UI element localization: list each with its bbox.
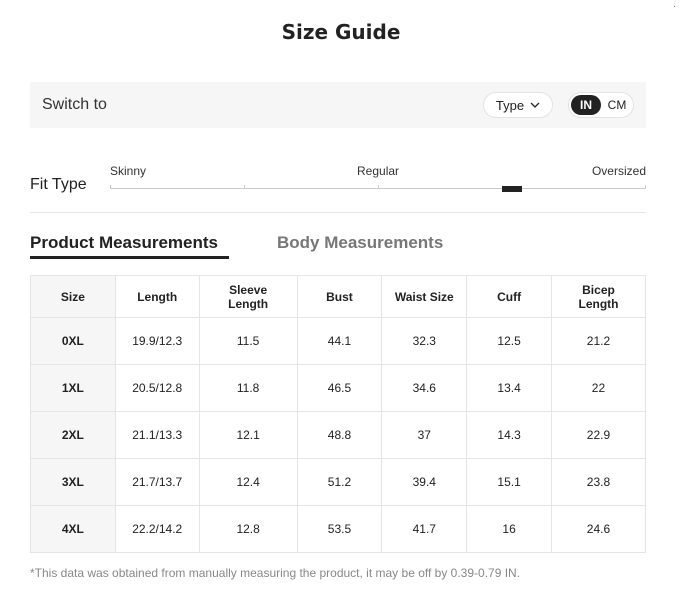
close-icon[interactable]: · xyxy=(673,2,676,12)
tab-product-measurements[interactable]: Product Measurements xyxy=(30,233,218,253)
table-cell: 21.7/13.7 xyxy=(114,458,200,506)
table-cell: 22.9 xyxy=(550,411,647,459)
size-cell: 1XL xyxy=(30,364,116,412)
unit-toggle: IN CM xyxy=(568,92,634,118)
fit-tick xyxy=(244,185,245,189)
unit-in-button[interactable]: IN xyxy=(571,95,601,115)
size-cell: 0XL xyxy=(30,317,116,365)
table-cell: 20.5/12.8 xyxy=(114,364,200,412)
fit-tick xyxy=(110,185,111,189)
fit-type-scale: Skinny Regular Oversized xyxy=(110,163,646,193)
table-cell: 12.1 xyxy=(198,411,298,459)
size-cell: 3XL xyxy=(30,458,116,506)
table-cell: 48.8 xyxy=(296,411,383,459)
table-cell: 13.4 xyxy=(466,364,552,412)
chevron-down-icon xyxy=(530,102,540,108)
size-cell: 4XL xyxy=(30,505,116,553)
section-divider xyxy=(30,212,646,213)
table-cell: 14.3 xyxy=(466,411,552,459)
table-cell: 15.1 xyxy=(466,458,552,506)
fit-marker xyxy=(502,186,522,192)
column-header: Size xyxy=(30,275,116,318)
page-title: Size Guide xyxy=(281,20,401,44)
table-header-row: Size Length Sleeve Length Bust Waist Siz… xyxy=(30,275,647,318)
table-cell: 44.1 xyxy=(296,317,383,365)
size-cell: 2XL xyxy=(30,411,116,459)
active-tab-underline xyxy=(30,256,229,259)
table-cell: 11.8 xyxy=(198,364,298,412)
table-row: 4XL 22.2/14.2 12.8 53.5 41.7 16 24.6 xyxy=(30,505,647,553)
table-cell: 24.6 xyxy=(550,505,647,553)
table-cell: 22 xyxy=(550,364,647,412)
type-label: Type xyxy=(495,97,525,113)
table-cell: 12.4 xyxy=(198,458,298,506)
table-row: 3XL 21.7/13.7 12.4 51.2 39.4 15.1 23.8 xyxy=(30,458,647,506)
column-header: Sleeve Length xyxy=(198,275,298,318)
table-row: 0XL 19.9/12.3 11.5 44.1 32.3 12.5 21.2 xyxy=(30,317,647,365)
fit-label-skinny: Skinny xyxy=(110,164,147,178)
unit-switch-bar: Switch to Type IN CM xyxy=(30,82,646,128)
measurement-footnote: *This data was obtained from manually me… xyxy=(30,566,521,580)
table-cell: 34.6 xyxy=(381,364,468,412)
table-cell: 16 xyxy=(466,505,552,553)
table-cell: 12.5 xyxy=(466,317,552,365)
column-header: Bicep Length xyxy=(550,275,647,318)
switch-label: Switch to xyxy=(42,96,107,113)
table-cell: 32.3 xyxy=(381,317,468,365)
column-header: Waist Size xyxy=(381,275,468,318)
table-cell: 21.2 xyxy=(550,317,647,365)
column-header: Cuff xyxy=(466,275,552,318)
table-cell: 37 xyxy=(381,411,468,459)
table-cell: 39.4 xyxy=(381,458,468,506)
size-table: Size Length Sleeve Length Bust Waist Siz… xyxy=(30,275,647,553)
fit-label-regular: Regular xyxy=(357,164,400,178)
table-cell: 22.2/14.2 xyxy=(114,505,200,553)
fit-type-label: Fit Type xyxy=(30,176,87,193)
table-cell: 19.9/12.3 xyxy=(114,317,200,365)
table-row: 1XL 20.5/12.8 11.8 46.5 34.6 13.4 22 xyxy=(30,364,647,412)
table-cell: 11.5 xyxy=(198,317,298,365)
table-cell: 53.5 xyxy=(296,505,383,553)
column-header: Bust xyxy=(296,275,383,318)
column-header: Length xyxy=(114,275,200,318)
fit-tick xyxy=(378,185,379,189)
fit-label-oversized: Oversized xyxy=(591,164,646,178)
table-cell: 12.8 xyxy=(198,505,298,553)
unit-cm-button[interactable]: CM xyxy=(603,95,631,115)
type-dropdown-button[interactable]: Type xyxy=(483,92,553,118)
tab-body-measurements[interactable]: Body Measurements xyxy=(277,233,443,253)
fit-tick xyxy=(645,185,646,189)
table-cell: 23.8 xyxy=(550,458,647,506)
table-cell: 51.2 xyxy=(296,458,383,506)
table-row: 2XL 21.1/13.3 12.1 48.8 37 14.3 22.9 xyxy=(30,411,647,459)
table-cell: 21.1/13.3 xyxy=(114,411,200,459)
table-cell: 46.5 xyxy=(296,364,383,412)
table-cell: 41.7 xyxy=(381,505,468,553)
